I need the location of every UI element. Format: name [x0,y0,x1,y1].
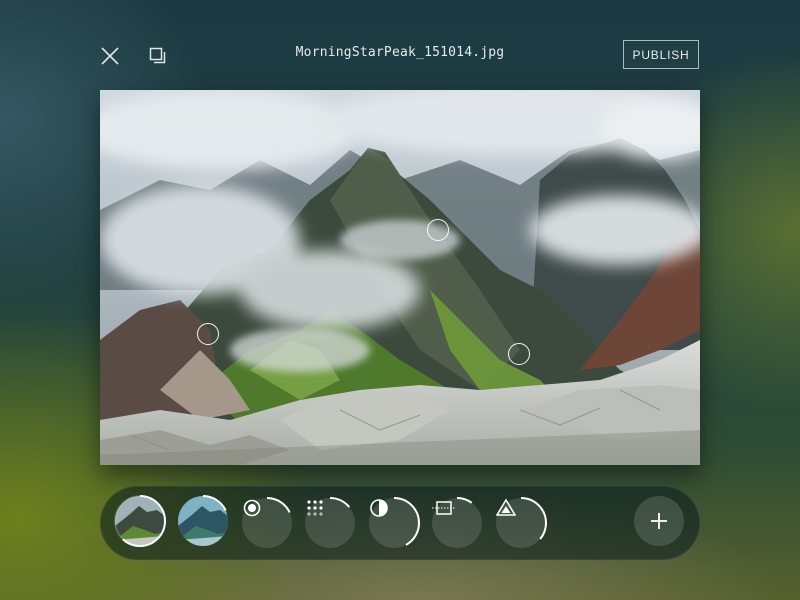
sharpen-tool[interactable] [494,496,548,550]
crop-tool[interactable] [430,496,484,550]
photo-canvas[interactable] [100,90,700,465]
publish-button[interactable]: PUBLISH [623,40,699,69]
adjustment-point[interactable] [508,343,530,365]
duplicate-button[interactable] [146,44,170,68]
duplicate-icon [149,47,166,64]
adjustment-point[interactable] [197,323,219,345]
filter-thumbnail-1[interactable] [113,494,167,548]
contrast-tool[interactable] [367,496,421,550]
filter-thumbnail-2[interactable] [176,494,230,548]
plus-icon [651,513,667,529]
file-name: MorningStarPeak_151014.jpg [295,45,505,60]
close-button[interactable] [98,44,122,68]
add-adjustment-button[interactable] [634,496,684,546]
focus-tool[interactable] [240,496,294,550]
close-icon [101,47,119,65]
mountain-photo [100,90,700,465]
adjustment-point[interactable] [427,219,449,241]
grain-tool[interactable] [303,496,357,550]
